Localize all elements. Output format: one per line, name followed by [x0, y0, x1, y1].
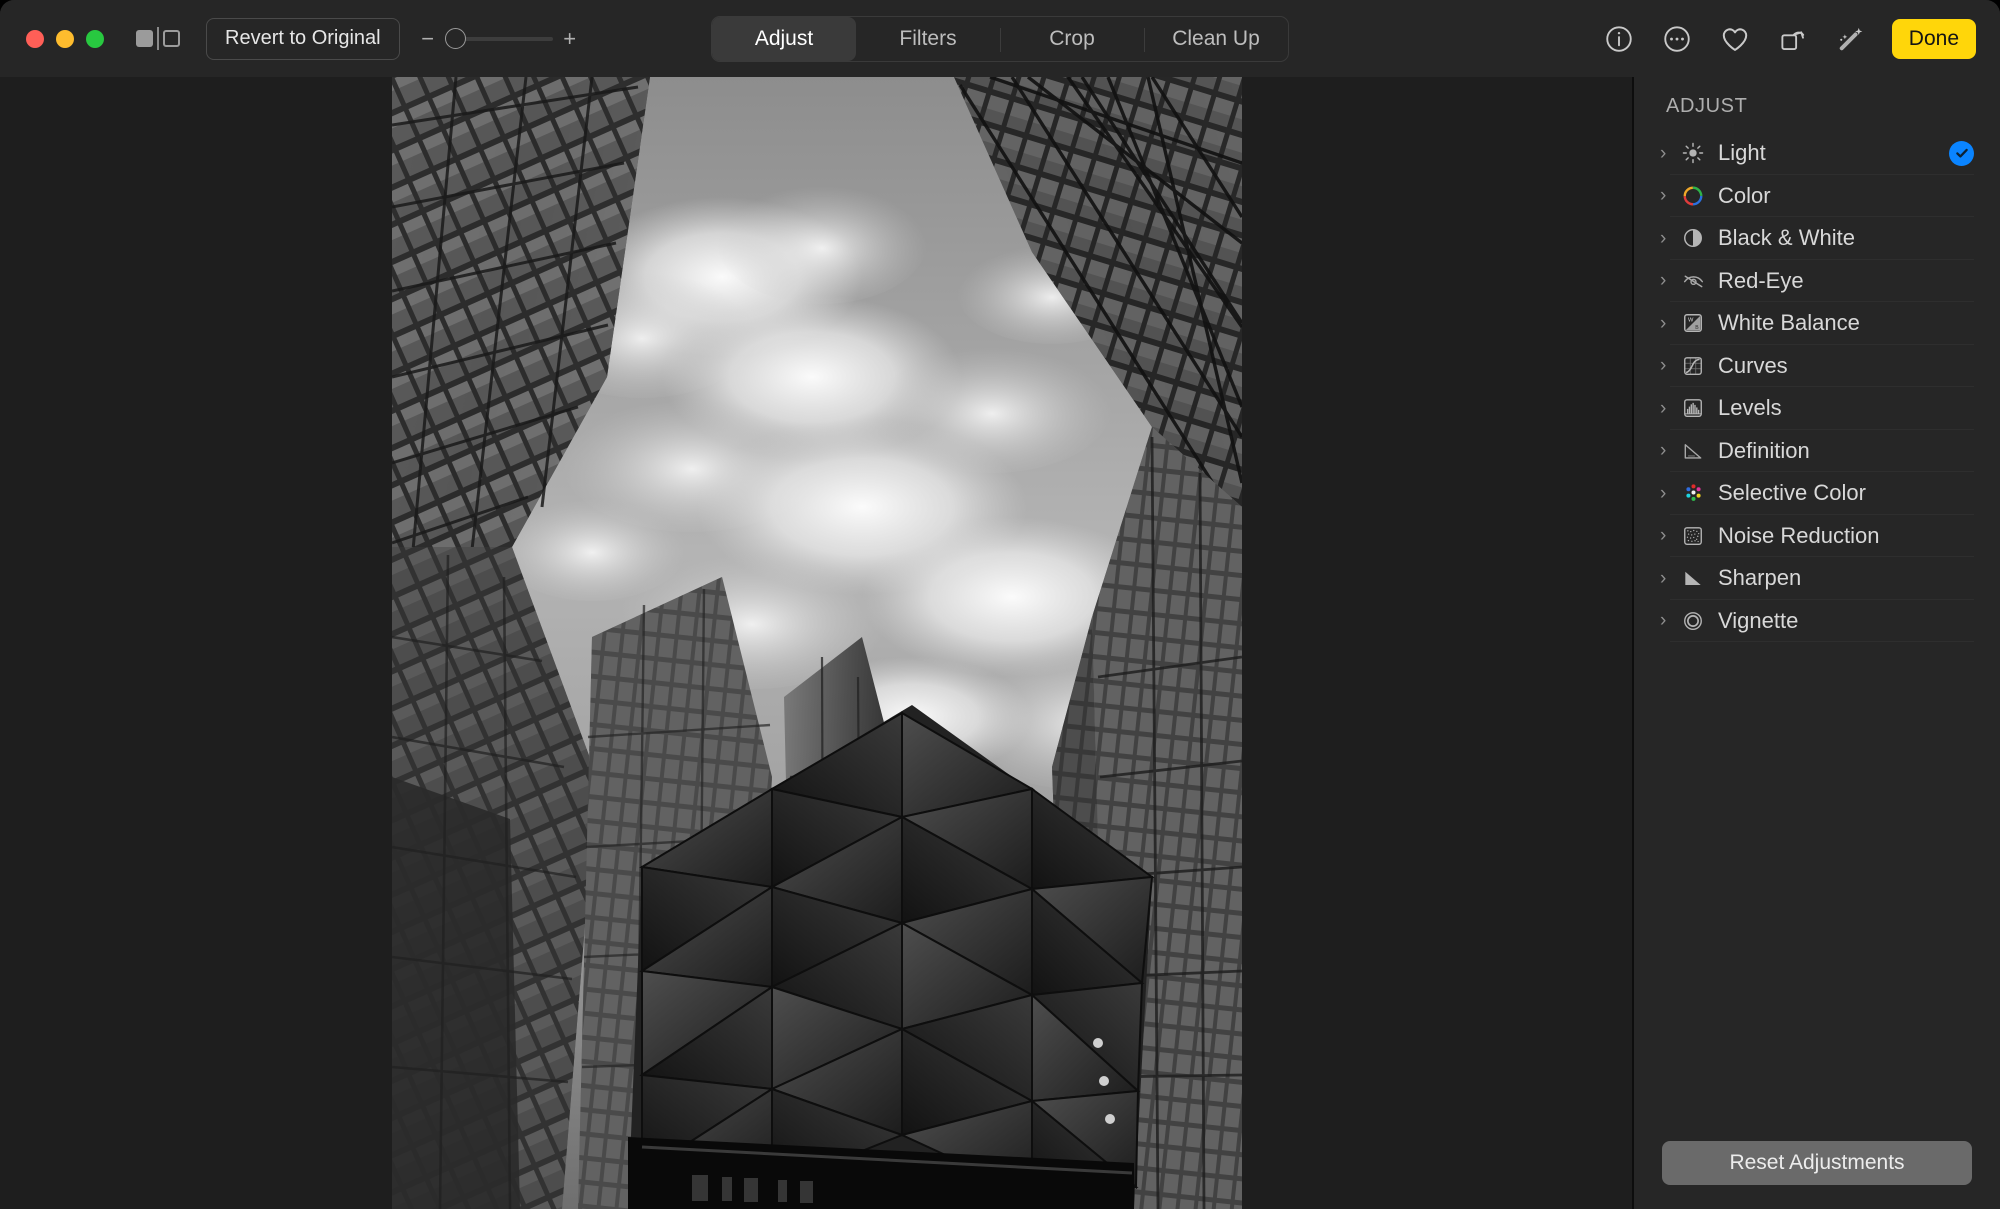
selective-color-icon: [1678, 482, 1708, 505]
sidebar-item-noise-reduction[interactable]: ›: [1634, 515, 2000, 558]
sidebar-item-white-balance[interactable]: › W B White Balance: [1634, 302, 2000, 345]
tab-crop-label: Crop: [1049, 27, 1095, 51]
toolbar: Revert to Original − + Adjust Filters Cr…: [0, 0, 2000, 77]
close-window-button[interactable]: [26, 30, 44, 48]
chevron-right-icon[interactable]: ›: [1660, 526, 1674, 545]
edit-mode-tabs: Adjust Filters Crop Clean Up: [711, 16, 1289, 62]
split-view-filled-pane: [136, 30, 153, 47]
favorite-heart-icon[interactable]: [1718, 22, 1752, 56]
zoom-slider[interactable]: [445, 29, 553, 49]
rotate-icon[interactable]: [1776, 22, 1810, 56]
chevron-right-icon[interactable]: ›: [1660, 399, 1674, 418]
brightness-sun-icon: [1678, 142, 1708, 164]
tab-filters[interactable]: Filters: [856, 17, 1000, 61]
sidebar-item-selective-color[interactable]: › Selective Color: [1634, 472, 2000, 515]
chevron-right-icon[interactable]: ›: [1660, 229, 1674, 248]
done-button-label: Done: [1909, 27, 1959, 51]
more-options-icon[interactable]: [1660, 22, 1694, 56]
black-white-icon: [1678, 227, 1708, 249]
curves-icon: [1678, 355, 1708, 377]
chevron-right-icon[interactable]: ›: [1660, 144, 1674, 163]
vignette-icon: [1678, 610, 1708, 632]
chevron-right-icon[interactable]: ›: [1660, 186, 1674, 205]
reset-adjustments-label: Reset Adjustments: [1729, 1151, 1904, 1174]
sidebar-item-label: Sharpen: [1718, 565, 1801, 591]
sidebar-item-label: Curves: [1718, 353, 1788, 379]
svg-text:W: W: [1688, 318, 1694, 324]
done-button[interactable]: Done: [1892, 19, 1976, 59]
sidebar-item-label: Red-Eye: [1718, 268, 1804, 294]
split-view-outline-pane: [163, 30, 180, 47]
sidebar-item-label: Vignette: [1718, 608, 1798, 634]
sidebar-item-vignette[interactable]: › Vignette: [1634, 600, 2000, 643]
color-wheel-icon: [1678, 185, 1708, 207]
sidebar-item-black-and-white[interactable]: › Black & White: [1634, 217, 2000, 260]
zoom-slider-knob[interactable]: [445, 28, 466, 49]
revert-to-original-label: Revert to Original: [225, 27, 381, 50]
chevron-right-icon[interactable]: ›: [1660, 611, 1674, 630]
tab-clean-up[interactable]: Clean Up: [1144, 17, 1288, 61]
toolbar-right-actions: Done: [1602, 19, 1976, 59]
split-view-icon[interactable]: [136, 27, 180, 50]
adjustments-list: › Light ›: [1634, 132, 2000, 1141]
editor-body: ADJUST › Light: [0, 77, 2000, 1209]
split-view-divider: [157, 27, 159, 50]
auto-enhance-wand-icon[interactable]: [1834, 22, 1868, 56]
zoom-out-button[interactable]: −: [420, 28, 436, 50]
svg-text:B: B: [1695, 325, 1699, 331]
sidebar-item-levels[interactable]: ›: [1634, 387, 2000, 430]
chevron-right-icon[interactable]: ›: [1660, 356, 1674, 375]
tab-adjust[interactable]: Adjust: [712, 17, 856, 61]
tab-crop[interactable]: Crop: [1000, 17, 1144, 61]
sidebar-item-label: Light: [1718, 140, 1766, 166]
photos-editor-window: Revert to Original − + Adjust Filters Cr…: [0, 0, 2000, 1209]
sidebar-item-red-eye[interactable]: › Red-Eye: [1634, 260, 2000, 303]
sidebar-item-label: Noise Reduction: [1718, 523, 1879, 549]
chevron-right-icon[interactable]: ›: [1660, 271, 1674, 290]
sidebar-item-label: Definition: [1718, 438, 1810, 464]
tab-clean-up-label: Clean Up: [1172, 27, 1260, 51]
maximize-window-button[interactable]: [86, 30, 104, 48]
photo-canvas[interactable]: [0, 77, 1632, 1209]
tab-adjust-label: Adjust: [755, 27, 813, 51]
light-enabled-checkmark[interactable]: [1949, 141, 1974, 166]
zoom-in-button[interactable]: +: [562, 28, 578, 50]
sidebar-item-light[interactable]: › Light: [1634, 132, 2000, 175]
chevron-right-icon[interactable]: ›: [1660, 484, 1674, 503]
reset-adjustments-button[interactable]: Reset Adjustments: [1662, 1141, 1972, 1185]
sidebar-item-label: Black & White: [1718, 225, 1855, 251]
adjust-sidebar: ADJUST › Light: [1634, 77, 2000, 1209]
sidebar-item-curves[interactable]: › Curves: [1634, 345, 2000, 388]
definition-icon: [1678, 440, 1708, 462]
sidebar-item-definition[interactable]: › Definition: [1634, 430, 2000, 473]
white-balance-icon: W B: [1678, 312, 1708, 334]
sidebar-item-sharpen[interactable]: › Sharpen: [1634, 557, 2000, 600]
levels-icon: [1678, 397, 1708, 419]
sidebar-item-label: Color: [1718, 183, 1771, 209]
info-icon[interactable]: [1602, 22, 1636, 56]
chevron-right-icon[interactable]: ›: [1660, 314, 1674, 333]
sharpen-icon: [1678, 567, 1708, 589]
sidebar-footer: Reset Adjustments: [1634, 1141, 2000, 1209]
sidebar-item-label: Levels: [1718, 395, 1782, 421]
sidebar-item-color[interactable]: › Color: [1634, 175, 2000, 218]
red-eye-icon: [1678, 269, 1708, 292]
chevron-right-icon[interactable]: ›: [1660, 569, 1674, 588]
revert-to-original-button[interactable]: Revert to Original: [206, 18, 400, 60]
panel-title: ADJUST: [1634, 95, 2000, 132]
noise-reduction-icon: [1678, 525, 1708, 547]
chevron-right-icon[interactable]: ›: [1660, 441, 1674, 460]
sidebar-item-label: White Balance: [1718, 310, 1860, 336]
sidebar-item-label: Selective Color: [1718, 480, 1866, 506]
photo-image[interactable]: [392, 77, 1242, 1209]
minimize-window-button[interactable]: [56, 30, 74, 48]
zoom-control: − +: [420, 28, 578, 50]
traffic-lights: [26, 30, 104, 48]
tab-filters-label: Filters: [899, 27, 956, 51]
